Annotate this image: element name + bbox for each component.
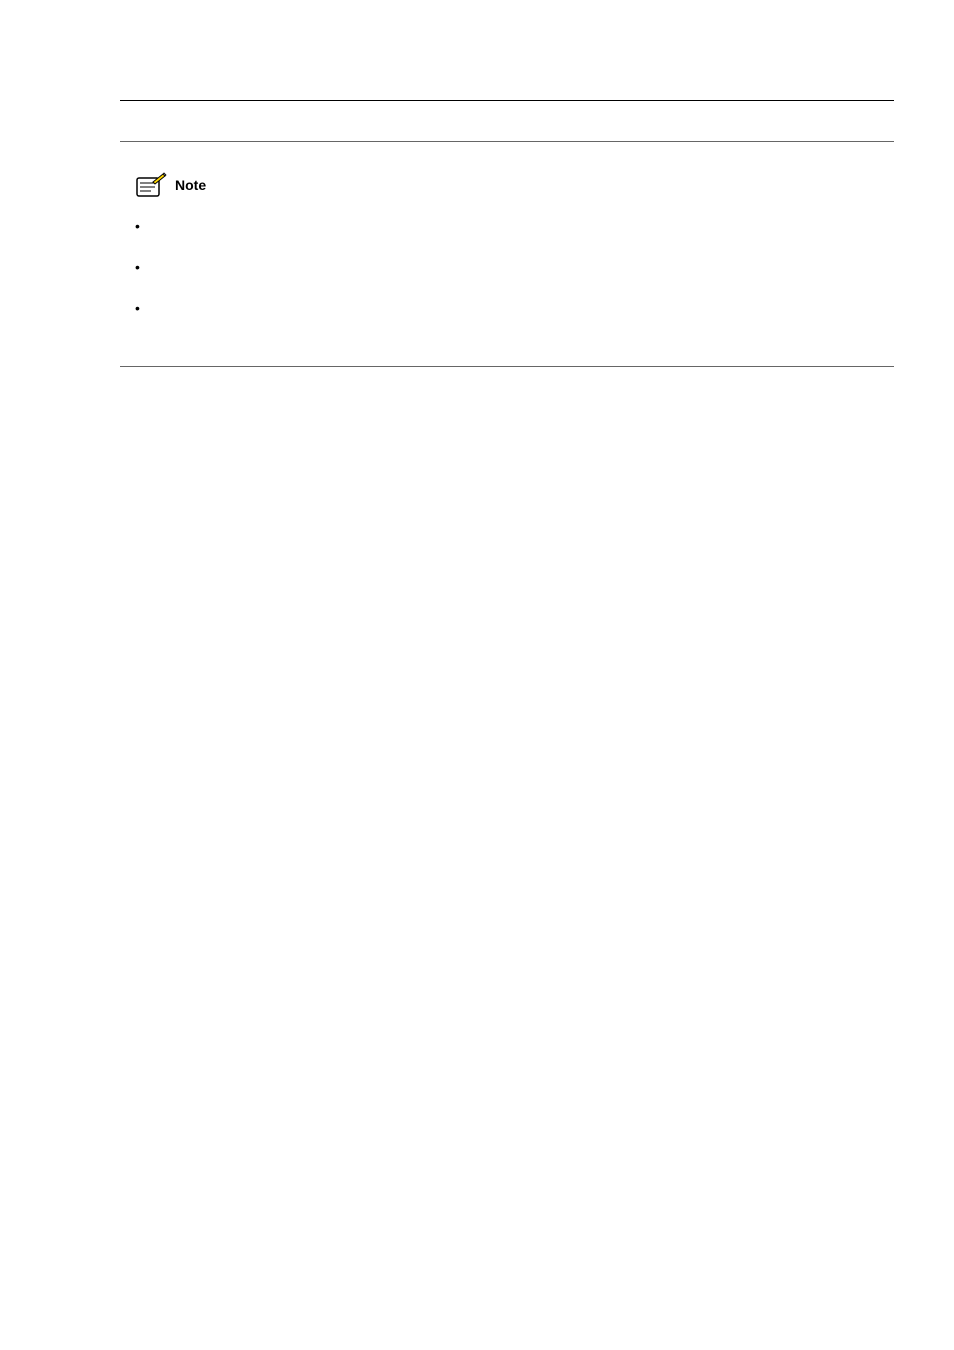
list-item	[135, 259, 894, 295]
note-label: Note	[175, 177, 206, 193]
list-item	[135, 218, 894, 254]
horizontal-rule-inner-bottom	[120, 366, 894, 367]
horizontal-rule-top	[120, 100, 894, 101]
note-icon	[135, 172, 167, 198]
horizontal-rule-inner-top	[120, 141, 894, 142]
list-item	[135, 300, 894, 336]
note-bullet-list	[135, 218, 894, 336]
note-header: Note	[135, 172, 894, 198]
